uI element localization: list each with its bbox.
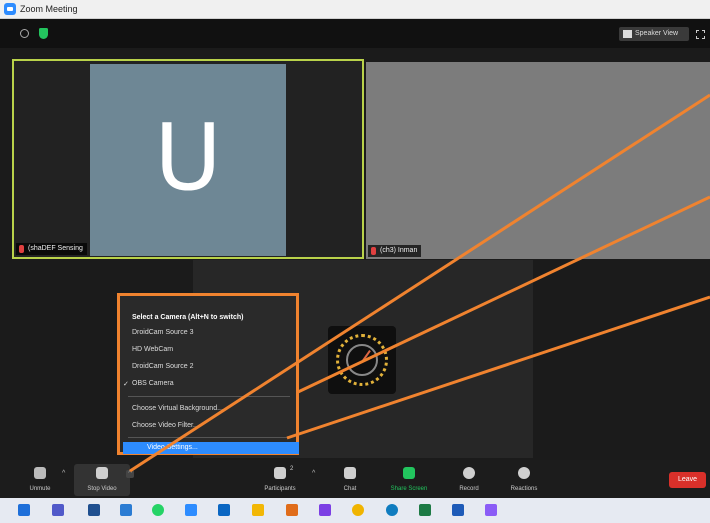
zoom-taskbar-icon[interactable] [185,504,197,516]
app-icon[interactable] [286,504,298,516]
onenote-icon[interactable] [319,504,331,516]
participants-options-chevron-icon[interactable]: ^ [312,470,320,478]
video-stage: U (shaDEF Sensing (ch3) Inman [0,48,710,460]
virtual-background-option[interactable]: Choose Virtual Background... [132,405,223,412]
reactions-icon [518,467,530,479]
video-settings-option[interactable]: Video Settings... [123,442,299,454]
participant-name: (shaDEF Sensing [28,245,83,252]
stop-video-label: Stop Video [87,486,117,492]
reactions-button[interactable]: Reactions [496,464,552,496]
camera-option-label: OBS Camera [132,380,174,387]
app-icon[interactable] [485,504,497,516]
video-tile-active-speaker[interactable]: U (shaDEF Sensing [12,59,364,259]
unmute-label: Unmute [29,486,51,492]
fullscreen-icon[interactable] [696,30,705,39]
view-grid-icon [623,30,632,38]
participant-name: (ch3) Inman [380,247,418,254]
camera-option[interactable]: DroidCam Source 3 [132,329,193,336]
leave-button[interactable]: Leave [669,472,706,488]
record-icon [463,467,475,479]
windows-start-icon[interactable] [18,504,30,516]
camera-menu-heading: Select a Camera (Alt+N to switch) [132,314,244,321]
chat-button[interactable]: Chat [322,464,378,496]
windows-taskbar [0,498,710,523]
share-screen-label: Share Screen [390,486,428,492]
microphone-muted-icon [34,467,46,479]
camera-option[interactable]: HD WebCam [132,346,173,353]
video-tile-2[interactable]: (ch3) Inman [366,62,710,259]
security-shield-icon[interactable] [39,28,48,39]
audio-options-chevron-icon[interactable]: ^ [62,470,70,478]
edge-icon[interactable] [386,504,398,516]
app-icon[interactable] [88,504,100,516]
mic-muted-icon [19,245,24,253]
participants-count: 2 [290,466,294,472]
excel-icon[interactable] [419,504,431,516]
meeting-top-bar: Speaker View [0,19,710,48]
participants-button[interactable]: 2 Participants [252,464,308,496]
camera-option-selected[interactable]: ✓ OBS Camera [123,380,174,388]
mail-icon[interactable] [218,504,230,516]
video-camera-icon [96,467,108,479]
avatar: U [90,64,286,256]
checkmark-icon: ✓ [123,381,129,388]
reactions-label: Reactions [510,486,538,492]
meeting-info-icon[interactable] [20,29,29,38]
zoom-app-icon [4,3,16,15]
participant-name-label: (shaDEF Sensing [16,243,87,255]
file-explorer-icon[interactable] [252,504,264,516]
camera-select-menu: Select a Camera (Alt+N to switch) DroidC… [117,293,299,455]
app-icon[interactable] [120,504,132,516]
video-options-chevron-icon[interactable]: ^ [126,470,134,478]
mic-muted-icon [371,247,376,255]
whatsapp-icon[interactable] [152,504,164,516]
avatar-initial: U [154,104,222,211]
chrome-icon[interactable] [352,504,364,516]
title-bar: Zoom Meeting [0,0,710,19]
window-title: Zoom Meeting [20,4,78,14]
speaker-view-button[interactable]: Speaker View [619,27,689,41]
meeting-toolbar: Unmute ^ Stop Video ^ 2 Participants ^ C… [0,460,710,498]
chat-label: Chat [343,486,357,492]
chat-icon [344,467,356,479]
camera-option[interactable]: DroidCam Source 2 [132,363,193,370]
stop-video-button[interactable]: Stop Video [74,464,130,496]
share-screen-icon [403,467,415,479]
video-filter-option[interactable]: Choose Video Filter... [132,422,199,429]
participants-icon [274,467,286,479]
record-label: Record [459,486,479,492]
participant-name-label: (ch3) Inman [368,245,422,257]
view-label: Speaker View [635,30,679,37]
zoom-meeting-window: Zoom Meeting Speaker View U (shaDEF Sens… [0,0,710,523]
menu-divider [128,396,290,397]
menu-divider [128,437,290,438]
participants-label: Participants [264,486,296,492]
word-icon[interactable] [452,504,464,516]
record-button[interactable]: Record [441,464,497,496]
unmute-button[interactable]: Unmute [12,464,68,496]
gauge-logo-video [328,326,396,394]
teams-icon[interactable] [52,504,64,516]
share-screen-button[interactable]: Share Screen [381,464,437,496]
